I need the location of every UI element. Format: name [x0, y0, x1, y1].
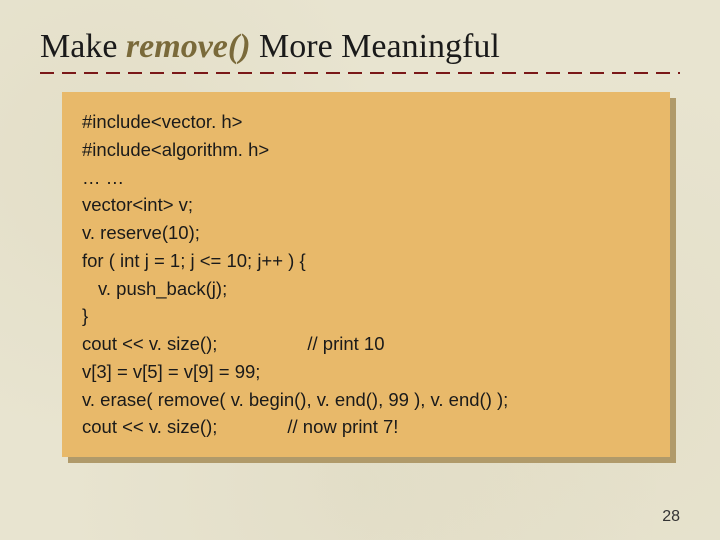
page-number: 28	[662, 508, 680, 526]
code-line: v[3] = v[5] = v[9] = 99;	[82, 358, 650, 386]
code-line: }	[82, 302, 650, 330]
code-stmt: cout << v. size();	[82, 416, 217, 437]
code-line: v. reserve(10);	[82, 219, 650, 247]
slide: Make remove() More Meaningful #include<v…	[0, 0, 720, 540]
title-post: More Meaningful	[251, 28, 500, 65]
code-line: vector<int> v;	[82, 191, 650, 219]
code-line: #include<algorithm. h>	[82, 136, 650, 164]
title-pre: Make	[40, 28, 126, 65]
code-block-body: #include<vector. h> #include<algorithm. …	[62, 92, 670, 457]
code-comment: // print 10	[307, 333, 384, 354]
code-block: #include<vector. h> #include<algorithm. …	[62, 92, 670, 457]
code-line: … …	[82, 164, 650, 192]
slide-title: Make remove() More Meaningful	[40, 28, 680, 66]
code-line: v. push_back(j);	[82, 275, 650, 303]
title-italic: remove()	[126, 28, 251, 65]
code-stmt: cout << v. size();	[82, 333, 217, 354]
code-line: cout << v. size(); // print 10	[82, 330, 650, 358]
code-line: #include<vector. h>	[82, 108, 650, 136]
code-line: v. erase( remove( v. begin(), v. end(), …	[82, 386, 650, 414]
title-divider	[40, 72, 680, 74]
code-comment: // now print 7!	[287, 416, 398, 437]
code-line: for ( int j = 1; j <= 10; j++ ) {	[82, 247, 650, 275]
code-line: cout << v. size(); // now print 7!	[82, 413, 650, 441]
